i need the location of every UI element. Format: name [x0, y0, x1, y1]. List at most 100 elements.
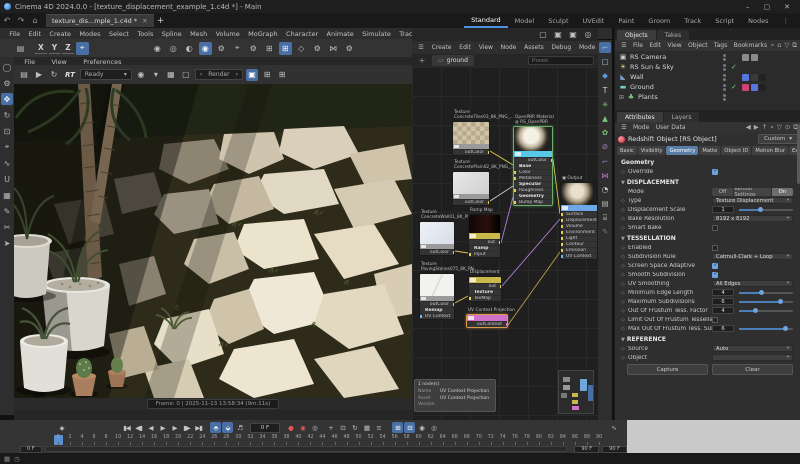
project-end-field[interactable]: 90 F: [602, 446, 627, 453]
film-icon[interactable]: ▤: [14, 42, 27, 55]
object-tag-icon[interactable]: [759, 74, 766, 81]
selection-settings-icon[interactable]: ⚙: [1, 77, 13, 89]
node-ramp-port-input[interactable]: [469, 253, 471, 256]
object-tag-icon[interactable]: [751, 54, 758, 61]
node-openpbr-port-bump-map[interactable]: [514, 201, 516, 204]
chip-visibility[interactable]: Visibility: [638, 146, 666, 155]
axis-tool-icon[interactable]: ⌖: [1, 141, 13, 153]
animation-dot-icon[interactable]: ◇: [621, 326, 628, 332]
object-row-rs-sun-sky[interactable]: ☀RS Sun & Sky✓: [615, 62, 800, 72]
attributes-menu-user-data[interactable]: User Data: [653, 124, 689, 131]
solo-b-icon[interactable]: ◎: [428, 422, 439, 433]
render-view-menu-view[interactable]: View: [47, 58, 71, 65]
autokey-icon[interactable]: ⬙: [222, 422, 233, 433]
object-row-ground[interactable]: ▬Ground✓: [615, 82, 800, 92]
animation-dot-icon[interactable]: ◇: [621, 317, 628, 323]
object-tag-icon[interactable]: [742, 74, 749, 81]
single-view-icon[interactable]: ▢: [537, 29, 549, 41]
move-tool-icon[interactable]: ✥: [1, 93, 13, 105]
node-minimap[interactable]: [558, 370, 594, 414]
add-node-tab-button[interactable]: +: [415, 56, 429, 65]
animation-dot-icon[interactable]: ◇: [621, 281, 628, 287]
render-history-icon[interactable]: ▤: [18, 69, 30, 81]
slider-knob[interactable]: [758, 207, 763, 212]
dropdown-object[interactable]: ▾: [712, 354, 793, 362]
filter-icon[interactable]: ▽: [784, 41, 789, 50]
chip-object-id[interactable]: Object ID: [721, 146, 751, 155]
layout-tab-script[interactable]: Script: [708, 15, 741, 27]
slider-knob[interactable]: [783, 326, 788, 331]
checkbox-limit-out-of-frustum-tessellation[interactable]: [712, 317, 718, 323]
range-end-field[interactable]: 90 F: [574, 446, 599, 453]
character-icon[interactable]: ⌖: [231, 42, 244, 55]
animation-dot-icon[interactable]: ◇: [621, 245, 628, 251]
new-tab-button[interactable]: +: [154, 16, 168, 26]
in-port-uv-context[interactable]: [561, 255, 563, 258]
volume-icon[interactable]: ◆: [599, 70, 611, 81]
slider-knob[interactable]: [753, 308, 758, 313]
animation-dot-icon[interactable]: ◇: [621, 299, 628, 305]
render-to-picture-viewer-icon[interactable]: ◎: [167, 42, 180, 55]
render-nav-dropdown[interactable]: ‹ Render ›: [195, 69, 243, 80]
rotate-tool-icon[interactable]: ↻: [1, 109, 13, 121]
axis-lock-icon[interactable]: ⌖: [76, 42, 89, 55]
node-menu-create[interactable]: Create: [428, 44, 455, 51]
burger-icon[interactable]: ☰: [618, 42, 630, 49]
node-menu-mode[interactable]: Mode: [576, 44, 599, 51]
enabled-check-icon[interactable]: ✓: [731, 63, 739, 71]
mode-option-on[interactable]: On: [772, 188, 793, 196]
node-menu-edit[interactable]: Edit: [456, 44, 474, 51]
objects-menu-bookmarks[interactable]: Bookmarks: [730, 42, 770, 49]
timeline-ruler[interactable]: 0246810121416182022242628303234363840424…: [58, 435, 599, 445]
aov-caret-icon[interactable]: ▾: [150, 69, 162, 81]
ik-chain-icon[interactable]: ⌐: [599, 156, 611, 167]
node-disp-port-texmap[interactable]: [469, 297, 471, 300]
node-openpbr[interactable]: OpenPBR Material◍ RS_OpenPBRoutColorBase…: [513, 116, 553, 206]
node-disp[interactable]: DisplacementoutTextureTexMap: [468, 271, 502, 302]
object-tag-icon[interactable]: [751, 74, 758, 81]
node-menu-view[interactable]: View: [475, 44, 496, 51]
start-render-icon[interactable]: ▶: [33, 69, 45, 81]
back-icon[interactable]: ◀: [746, 123, 751, 132]
range-start-field[interactable]: 0 F: [20, 446, 42, 453]
layout-tab-track[interactable]: Track: [677, 15, 708, 27]
filter-icon[interactable]: ▽: [777, 123, 782, 132]
section-displacement[interactable]: ▼DISPLACEMENT: [615, 176, 800, 187]
animation-dot-icon[interactable]: ◇: [621, 225, 628, 231]
animation-dot-icon[interactable]: ◇: [621, 216, 628, 222]
enabled-check-icon[interactable]: ✓: [731, 83, 739, 91]
menu-create[interactable]: Create: [45, 30, 75, 38]
object-tag-icon[interactable]: [742, 84, 749, 91]
axis-button-x[interactable]: X: [35, 42, 47, 54]
tab-attributes[interactable]: Attributes: [617, 112, 663, 122]
visibility-dots[interactable]: [723, 94, 726, 101]
aov-view-icon[interactable]: ◉: [135, 69, 147, 81]
close-tab-icon[interactable]: ✕: [142, 17, 147, 25]
menu-select[interactable]: Select: [105, 30, 133, 38]
node-canvas[interactable]: TextureConcreteTiles03_8K_PNG_...outColo…: [412, 67, 598, 420]
checkbox-screen-space-adaptive[interactable]: [712, 263, 718, 269]
dropdown-uv-smoothing[interactable]: All Edges▾: [712, 280, 793, 288]
home-icon[interactable]: ⌂: [28, 16, 42, 25]
scale-tool-icon[interactable]: ⊡: [1, 125, 13, 137]
out-port[interactable]: [453, 251, 455, 254]
morph-icon[interactable]: ⋈: [599, 170, 611, 181]
expand-icon[interactable]: ⊞: [619, 94, 624, 101]
restart-render-icon[interactable]: ↻: [48, 69, 60, 81]
menu-character[interactable]: Character: [282, 30, 322, 38]
object-tag-icon[interactable]: [751, 84, 758, 91]
render-nav-right[interactable]: ›: [236, 71, 238, 78]
material-tab[interactable]: ▭ ground: [432, 55, 474, 66]
snap-keys-icon[interactable]: ⊞: [392, 422, 403, 433]
menu-file[interactable]: File: [5, 30, 24, 38]
snap-move-icon[interactable]: ⌐: [599, 42, 611, 53]
objects-menu-file[interactable]: File: [630, 42, 646, 49]
pencil-icon[interactable]: ✎: [599, 226, 611, 237]
keyframe-selection-icon[interactable]: ◎: [309, 422, 320, 433]
text-icon[interactable]: T: [599, 85, 611, 96]
object-row-plants[interactable]: ⊞♣Plants: [615, 92, 800, 102]
clear-button[interactable]: Clear: [712, 364, 793, 375]
brush-tool-icon[interactable]: ➤: [1, 237, 13, 249]
object-tag-icon[interactable]: [759, 84, 766, 91]
time-icon[interactable]: ◔: [599, 184, 611, 195]
